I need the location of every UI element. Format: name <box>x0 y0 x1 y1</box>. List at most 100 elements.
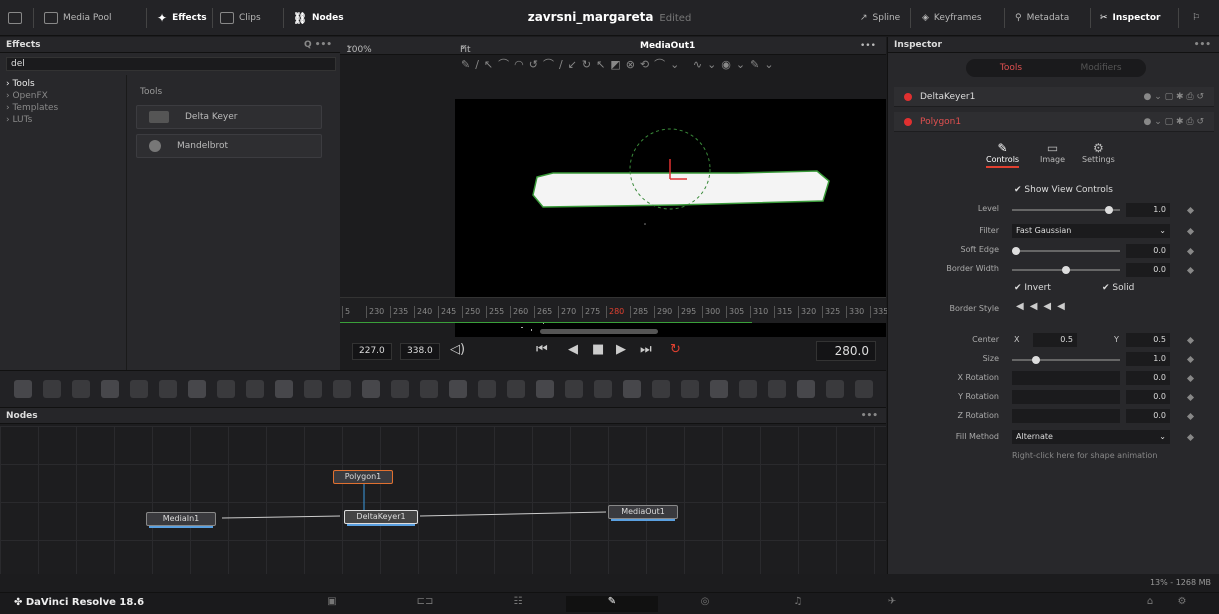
tree-item-tools[interactable]: › Tools <box>6 79 35 89</box>
tool-icon[interactable] <box>217 380 235 398</box>
tool-icon[interactable] <box>188 380 206 398</box>
fill-method-dropdown[interactable]: Alternate ⌄ <box>1012 430 1170 444</box>
z-rotation-dial[interactable] <box>1012 409 1120 423</box>
tool-icon[interactable] <box>768 380 786 398</box>
solid-checkbox[interactable]: ✔ Solid <box>1102 283 1134 293</box>
tree-item-openfx[interactable]: › OpenFX <box>6 91 48 101</box>
border-width-value[interactable]: 0.0 <box>1126 263 1170 277</box>
metadata-button[interactable]: ⚲ Metadata <box>1015 9 1069 27</box>
level-slider[interactable] <box>1012 206 1120 214</box>
invert-checkbox[interactable]: ✔ Invert <box>1014 283 1051 293</box>
stop-icon[interactable]: ■ <box>592 342 604 357</box>
render-end-field[interactable]: 338.0 <box>400 343 440 360</box>
page-edit-icon[interactable]: ☷ <box>498 596 538 612</box>
tool-icon[interactable] <box>623 380 641 398</box>
keyframe-diamond-icon[interactable] <box>1186 247 1195 256</box>
keyframe-diamond-icon[interactable] <box>1186 227 1195 236</box>
page-deliver-icon[interactable]: ✈ <box>872 596 912 612</box>
tree-item-templates[interactable]: › Templates <box>6 103 58 113</box>
tool-icon[interactable] <box>304 380 322 398</box>
subtab-controls[interactable]: ✎ Controls <box>986 141 1020 168</box>
filter-dropdown[interactable]: Fast Gaussian ⌄ <box>1012 224 1170 238</box>
tool-icon[interactable] <box>43 380 61 398</box>
subtab-settings[interactable]: ⚙ Settings <box>1082 141 1115 164</box>
tool-actions-icon[interactable]: ● ⌄ ▢ ✱ ⎙ ↺ <box>1144 92 1204 102</box>
layout-toggle-button[interactable] <box>8 9 22 27</box>
border-width-slider[interactable] <box>1012 266 1120 274</box>
shape-animation-hint[interactable]: Right-click here for shape animation <box>1012 451 1157 460</box>
tool-icon[interactable] <box>478 380 496 398</box>
x-rotation-dial[interactable] <box>1012 371 1120 385</box>
enable-toggle-icon[interactable] <box>904 117 912 126</box>
tool-actions-icon[interactable]: ● ⌄ ▢ ✱ ⎙ ↺ <box>1144 117 1204 127</box>
home-icon[interactable]: ⌂ <box>1140 596 1160 612</box>
current-frame-field[interactable]: 280.0 <box>816 341 876 361</box>
fit-select[interactable]: Fit ⌄ <box>460 41 471 55</box>
pin-button[interactable]: ⚐ <box>1192 9 1200 27</box>
page-fusion-icon[interactable]: ✎ <box>566 596 658 612</box>
center-y-value[interactable]: 0.5 <box>1126 333 1170 347</box>
tool-icon[interactable] <box>246 380 264 398</box>
keyframe-diamond-icon[interactable] <box>1186 336 1195 345</box>
effects-button[interactable]: ✦ Effects <box>157 9 207 27</box>
tool-row-deltakeyer1[interactable]: DeltaKeyer1 ● ⌄ ▢ ✱ ⎙ ↺ <box>894 87 1214 107</box>
tool-icon[interactable] <box>420 380 438 398</box>
tool-icon[interactable] <box>536 380 554 398</box>
node-mediaout1[interactable]: MediaOut1 <box>608 505 678 521</box>
render-start-field[interactable]: 227.0 <box>352 343 392 360</box>
keyframes-button[interactable]: ◈ Keyframes <box>922 9 982 27</box>
page-fairlight-icon[interactable]: ♫ <box>778 596 818 612</box>
tool-icon[interactable] <box>449 380 467 398</box>
viewer-tool-icons[interactable]: ✎∕↖⌒◠↺⌒∕↙↻↖◩⊗⟲⌒⌄ ∿⌄◉⌄✎⌄ <box>455 56 886 96</box>
tree-item-luts[interactable]: › LUTs <box>6 115 32 125</box>
settings-gear-icon[interactable]: ⚙ <box>1172 596 1192 612</box>
size-slider[interactable] <box>1012 356 1120 364</box>
node-deltakeyer1[interactable]: DeltaKeyer1 <box>344 510 418 526</box>
more-icon[interactable]: Q ••• <box>304 40 332 50</box>
slider-knob[interactable] <box>1062 266 1070 274</box>
zoom-select[interactable]: 100% ⌄ <box>346 41 372 55</box>
tool-icon[interactable] <box>275 380 293 398</box>
media-pool-button[interactable]: Media Pool <box>44 9 112 27</box>
effect-delta-keyer[interactable]: Delta Keyer <box>136 105 322 129</box>
keyframe-diamond-icon[interactable] <box>1186 206 1195 215</box>
tool-icon[interactable] <box>101 380 119 398</box>
keyframe-diamond-icon[interactable] <box>1186 374 1195 383</box>
tool-icon[interactable] <box>159 380 177 398</box>
tool-icon[interactable] <box>652 380 670 398</box>
keyframe-diamond-icon[interactable] <box>1186 393 1195 402</box>
keyframe-diamond-icon[interactable] <box>1186 355 1195 364</box>
tool-icon[interactable] <box>333 380 351 398</box>
play-reverse-icon[interactable]: ◀ <box>568 342 578 357</box>
tool-icon[interactable] <box>130 380 148 398</box>
y-rotation-value[interactable]: 0.0 <box>1126 390 1170 404</box>
center-x-value[interactable]: 0.5 <box>1033 333 1077 347</box>
tool-icon[interactable] <box>681 380 699 398</box>
inspector-button[interactable]: ✂ Inspector <box>1100 9 1160 27</box>
tool-icon[interactable] <box>594 380 612 398</box>
tool-icon[interactable] <box>797 380 815 398</box>
subtab-image[interactable]: ▭ Image <box>1040 141 1065 164</box>
level-value[interactable]: 1.0 <box>1126 203 1170 217</box>
show-view-controls-checkbox[interactable]: ✔ Show View Controls <box>1014 185 1113 195</box>
slider-knob[interactable] <box>1012 247 1020 255</box>
keyframe-diamond-icon[interactable] <box>1186 412 1195 421</box>
nodes-button[interactable]: ⛓ Nodes <box>293 9 344 27</box>
node-polygon1[interactable]: Polygon1 <box>333 470 393 484</box>
audio-icon[interactable]: ◁) <box>450 342 465 357</box>
x-rotation-value[interactable]: 0.0 <box>1126 371 1170 385</box>
tool-icon[interactable] <box>855 380 873 398</box>
tool-icon[interactable] <box>72 380 90 398</box>
tool-icon[interactable] <box>826 380 844 398</box>
soft-edge-value[interactable]: 0.0 <box>1126 244 1170 258</box>
node-mediain1[interactable]: MediaIn1 <box>146 512 216 528</box>
size-value[interactable]: 1.0 <box>1126 352 1170 366</box>
tool-icon[interactable] <box>710 380 728 398</box>
tool-icon[interactable] <box>362 380 380 398</box>
effect-mandelbrot[interactable]: Mandelbrot <box>136 134 322 158</box>
page-color-icon[interactable]: ◎ <box>685 596 725 612</box>
go-to-start-icon[interactable]: ⏮ <box>536 342 548 357</box>
go-to-end-icon[interactable]: ⏭ <box>640 342 652 357</box>
page-media-icon[interactable]: ▣ <box>312 596 352 612</box>
keyframe-diamond-icon[interactable] <box>1186 266 1195 275</box>
